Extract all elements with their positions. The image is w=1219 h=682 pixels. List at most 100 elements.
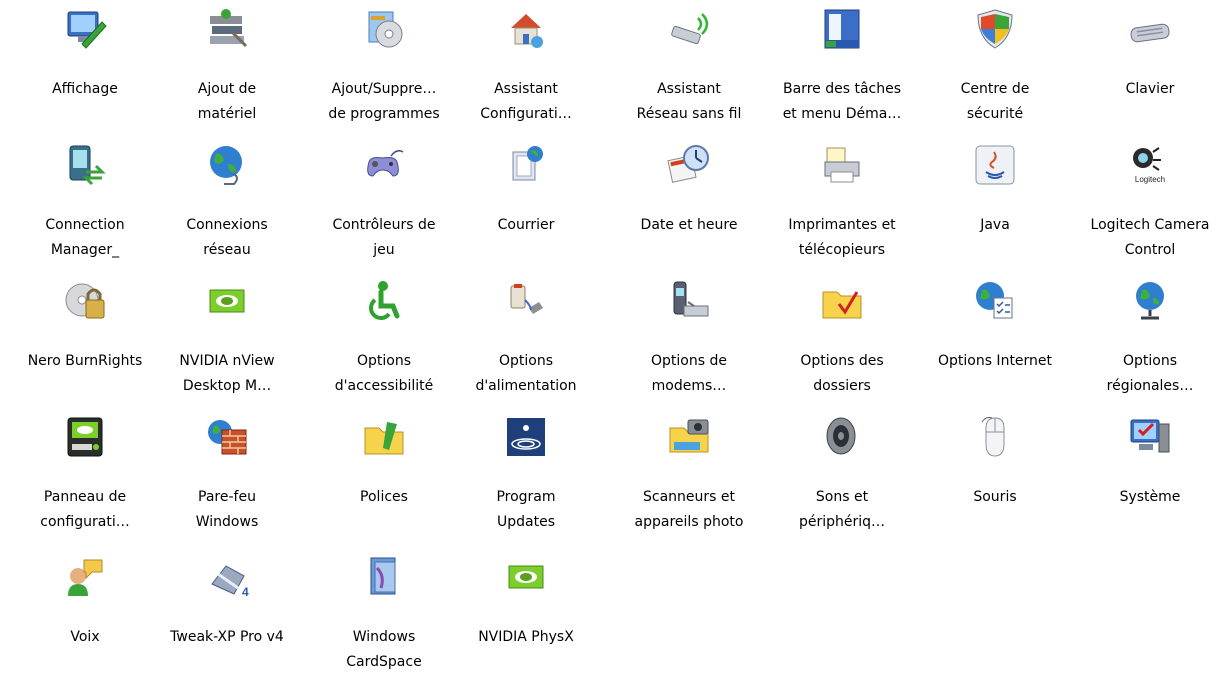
connection-manager-icon: [62, 142, 108, 188]
control-panel-item-nero[interactable]: Nero BurnRights: [9, 276, 161, 406]
control-panel-item-nvidia-nview[interactable]: NVIDIA nView Desktop M…: [151, 276, 303, 406]
control-panel-item-physx[interactable]: NVIDIA PhysX: [450, 552, 602, 682]
control-panel-item-sons[interactable]: Sons et périphériq…: [766, 412, 918, 542]
item-label-line-1: NVIDIA PhysX: [478, 629, 574, 645]
control-panel-item-java[interactable]: Java: [919, 140, 1071, 270]
control-panel-item-centre-securite[interactable]: Centre de sécurité: [919, 4, 1071, 134]
cardspace-icon: [361, 554, 407, 600]
control-panel-item-assistant-config[interactable]: Assistant Configurati…: [450, 4, 602, 134]
item-label-line-2: sécurité: [966, 106, 1024, 122]
control-panel-item-scanneurs[interactable]: Scanneurs et appareils photo: [613, 412, 765, 542]
mail-icon: [503, 142, 549, 188]
nero-lock-icon: [62, 278, 108, 324]
control-panel-item-imprimantes[interactable]: Imprimantes et télécopieurs: [766, 140, 918, 270]
logitech-camera-icon: Logitech: [1127, 142, 1173, 188]
item-label-line-1: Tweak-XP Pro v4: [170, 629, 284, 645]
control-panel-item-controleurs-jeu[interactable]: Contrôleurs de jeu: [308, 140, 460, 270]
scanner-camera-icon: [666, 414, 712, 460]
nvidia-icon: [204, 278, 250, 324]
control-panel-item-regionales[interactable]: Options régionales…: [1074, 276, 1219, 406]
item-label-line-2: d'accessibilité: [334, 378, 434, 394]
control-panel-item-assistant-sans-fil[interactable]: Assistant Réseau sans fil: [613, 4, 765, 134]
add-remove-programs-icon: [361, 6, 407, 52]
control-panel-item-ajout-suppression[interactable]: Ajout/Suppre… de programmes: [308, 4, 460, 134]
printer-icon: [819, 142, 865, 188]
item-label-line-1: Scanneurs et: [643, 489, 735, 505]
internet-options-icon: [972, 278, 1018, 324]
item-label-line-1: Options: [356, 353, 412, 369]
item-label-line-1: Contrôleurs de: [332, 217, 436, 233]
nvidia-panel-icon: [62, 414, 108, 460]
item-label-line-2: jeu: [373, 242, 395, 258]
item-label-line-1: Affichage: [52, 81, 118, 97]
control-panel-item-accessibilite[interactable]: Options d'accessibilité: [308, 276, 460, 406]
item-label-line-1: Sons et: [815, 489, 869, 505]
control-panel-item-voix[interactable]: Voix: [9, 552, 161, 682]
control-panel-item-connexions-reseau[interactable]: Connexions réseau: [151, 140, 303, 270]
updates-icon: [503, 414, 549, 460]
item-label-line-1: NVIDIA nView: [179, 353, 275, 369]
control-panel-item-modems[interactable]: Options de modems…: [613, 276, 765, 406]
control-panel-item-systeme[interactable]: Système: [1074, 412, 1219, 542]
item-label-line-1: Panneau de: [43, 489, 127, 505]
item-label-line-1: Program: [496, 489, 556, 505]
item-label-line-1: Connexions: [186, 217, 268, 233]
item-label-line-1: Options Internet: [937, 353, 1053, 369]
item-label-line-1: Windows: [352, 629, 416, 645]
globe-stand-icon: [1127, 278, 1173, 324]
control-panel-item-souris[interactable]: Souris: [919, 412, 1071, 542]
item-label-line-1: Voix: [70, 629, 100, 645]
control-panel-item-panneau-nvidia[interactable]: Panneau de configurati…: [9, 412, 161, 542]
control-panel-item-date-heure[interactable]: Date et heure: [613, 140, 765, 270]
item-label-line-2: régionales…: [1106, 378, 1194, 394]
speech-icon: [62, 554, 108, 600]
item-label-line-1: Imprimantes et: [788, 217, 896, 233]
item-label-line-2: Configurati…: [480, 106, 572, 122]
control-panel-item-alimentation[interactable]: Options d'alimentation: [450, 276, 602, 406]
item-label-line-1: Options des: [800, 353, 884, 369]
item-label-line-1: Système: [1119, 489, 1181, 505]
item-label-line-2: modems…: [651, 378, 727, 394]
item-label-line-2: Manager_: [50, 242, 120, 258]
control-panel-item-connection-manager[interactable]: Connection Manager_: [9, 140, 161, 270]
control-panel-item-pare-feu[interactable]: Pare-feu Windows: [151, 412, 303, 542]
item-label-line-1: Connection: [45, 217, 125, 233]
item-label-line-2: Windows: [195, 514, 259, 530]
control-panel-item-polices[interactable]: Polices: [308, 412, 460, 542]
control-panel-item-tweak-xp[interactable]: 4 Tweak-XP Pro v4: [151, 552, 303, 682]
item-label-line-1: Date et heure: [640, 217, 738, 233]
control-panel-item-clavier[interactable]: Clavier: [1074, 4, 1219, 134]
control-panel-item-cardspace[interactable]: Windows CardSpace: [308, 552, 460, 682]
control-panel-item-program-updates[interactable]: Program Updates: [450, 412, 602, 542]
item-label-line-1: Polices: [360, 489, 408, 505]
folder-check-icon: [819, 278, 865, 324]
control-panel-item-ajout-materiel[interactable]: Ajout de matériel: [151, 4, 303, 134]
nvidia-physx-icon: [503, 554, 549, 600]
tweak-xp-icon: 4: [204, 554, 250, 600]
item-label-line-1: Options: [498, 353, 554, 369]
svg-text:Logitech: Logitech: [1135, 175, 1165, 184]
item-label-line-1: Options de: [651, 353, 727, 369]
item-label-line-2: télécopieurs: [798, 242, 886, 258]
control-panel-item-affichage[interactable]: Affichage: [9, 4, 161, 134]
item-label-line-2: Réseau sans fil: [636, 106, 742, 122]
phone-modem-icon: [666, 278, 712, 324]
control-panel-item-barre-taches[interactable]: Barre des tâches et menu Déma…: [766, 4, 918, 134]
item-label-line-2: Desktop M…: [182, 378, 272, 394]
item-label-line-2: Control: [1124, 242, 1176, 258]
item-label-line-1: Courrier: [497, 217, 555, 233]
control-panel-item-courrier[interactable]: Courrier: [450, 140, 602, 270]
control-panel-item-dossiers[interactable]: Options des dossiers: [766, 276, 918, 406]
keyboard-icon: [1127, 6, 1173, 52]
control-panel-item-logitech[interactable]: Logitech Logitech Camera Control: [1074, 140, 1219, 270]
item-label-line-2: et menu Déma…: [782, 106, 902, 122]
item-label-line-2: de programmes: [328, 106, 440, 122]
item-label-line-1: Logitech Camera: [1090, 217, 1210, 233]
control-panel-item-internet[interactable]: Options Internet: [919, 276, 1071, 406]
item-label-line-1: Nero BurnRights: [27, 353, 143, 369]
item-label-line-1: Ajout/Suppre…: [331, 81, 437, 97]
network-globe-icon: [204, 142, 250, 188]
control-panel-icon-grid: Affichage Ajout de matériel Ajout/Suppre… de…: [0, 0, 1219, 670]
system-computer-icon: [1127, 414, 1173, 460]
item-label-line-1: Assistant: [494, 81, 558, 97]
